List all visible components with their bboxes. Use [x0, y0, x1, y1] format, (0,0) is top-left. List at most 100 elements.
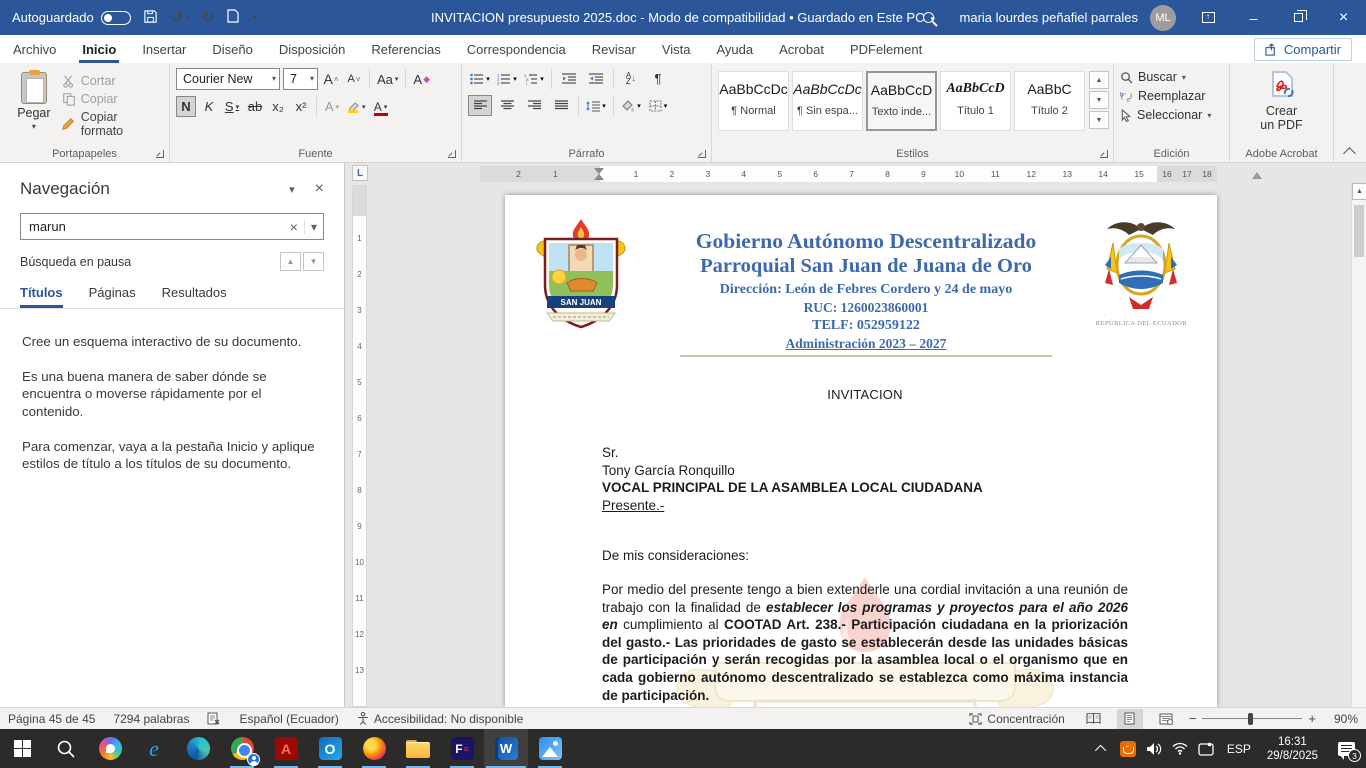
- letter-body[interactable]: 7 INVITACION Sr. Tony García Ronquillo V…: [505, 387, 1217, 707]
- shading-button[interactable]: [619, 95, 643, 116]
- decrease-indent-button[interactable]: [557, 68, 581, 89]
- styles-dialog-launcher[interactable]: [1100, 150, 1108, 158]
- search-options-icon[interactable]: ▾: [304, 220, 323, 234]
- word-count[interactable]: 7294 palabras: [113, 712, 189, 726]
- photos-button[interactable]: [528, 729, 572, 768]
- zoom-slider[interactable]: − +: [1189, 711, 1316, 726]
- scrollbar-thumb[interactable]: [1354, 205, 1364, 257]
- minimize-button[interactable]: –: [1231, 0, 1276, 35]
- align-left-button[interactable]: [468, 95, 492, 116]
- share-button[interactable]: Compartir: [1254, 38, 1352, 61]
- style-card[interactable]: AaBbCcD Texto inde...: [866, 71, 937, 131]
- vertical-scrollbar[interactable]: ▲: [1351, 183, 1366, 707]
- avatar[interactable]: ML: [1150, 5, 1176, 31]
- next-result-button[interactable]: ▼: [303, 252, 324, 271]
- shrink-font-button[interactable]: A˅: [344, 69, 364, 90]
- multilevel-list-button[interactable]: 1ai: [522, 68, 546, 89]
- document-page[interactable]: SAN JUAN: [505, 195, 1217, 707]
- edge-button[interactable]: [176, 729, 220, 768]
- sort-button[interactable]: AZ ↓: [619, 68, 643, 89]
- justify-button[interactable]: [549, 95, 573, 116]
- strikethrough-button[interactable]: ab: [245, 96, 265, 117]
- java-update-tray-icon[interactable]: [1115, 729, 1141, 768]
- style-card[interactable]: AaBbCcD Título 1: [940, 71, 1011, 131]
- ribbon-tab[interactable]: Vista: [649, 35, 704, 63]
- format-painter-button[interactable]: Copiar formato: [62, 110, 163, 138]
- meet-now-tray-icon[interactable]: [1193, 729, 1219, 768]
- highlight-color-button[interactable]: [345, 96, 368, 117]
- ribbon-tab[interactable]: PDFelement: [837, 35, 935, 63]
- italic-button[interactable]: K: [199, 96, 219, 117]
- line-spacing-button[interactable]: [584, 95, 608, 116]
- chrome-button[interactable]: [220, 729, 264, 768]
- scroll-up-icon[interactable]: ▲: [1352, 183, 1366, 200]
- increase-indent-button[interactable]: [584, 68, 608, 89]
- new-document-icon[interactable]: [227, 9, 239, 26]
- ribbon-tab[interactable]: Ayuda: [703, 35, 766, 63]
- font-dialog-launcher[interactable]: [448, 150, 456, 158]
- vertical-ruler[interactable]: 1 2 3 4 5 6 7 8 9 10 11 12 13: [352, 185, 367, 707]
- cut-button[interactable]: Cortar: [62, 74, 163, 88]
- horizontal-ruler[interactable]: 21 123456789101112131415 161718: [480, 166, 1217, 182]
- navigation-search-input[interactable]: [21, 219, 283, 234]
- account-name[interactable]: maria lourdes peñafiel parrales: [960, 10, 1138, 25]
- word-button[interactable]: W: [484, 729, 528, 768]
- create-pdf-button[interactable]: Crear un PDF: [1236, 68, 1327, 132]
- bullets-button[interactable]: [468, 68, 492, 89]
- navigation-search-box[interactable]: × ▾: [20, 213, 324, 240]
- web-layout-button[interactable]: [1153, 709, 1179, 729]
- styles-scroll-up-button[interactable]: ▲: [1089, 71, 1109, 89]
- redo-button[interactable]: ↻: [202, 10, 215, 25]
- align-center-button[interactable]: [495, 95, 519, 116]
- collapse-ribbon-button[interactable]: [1343, 147, 1356, 160]
- taskbar-search-button[interactable]: [44, 729, 88, 768]
- notification-center-button[interactable]: 3: [1326, 729, 1366, 768]
- language-indicator[interactable]: Español (Ecuador): [239, 712, 338, 726]
- paste-button[interactable]: Pegar ▾: [6, 68, 62, 144]
- clock[interactable]: 16:31 29/8/2025: [1259, 735, 1326, 763]
- select-button[interactable]: Seleccionar▾: [1120, 108, 1223, 122]
- change-case-button[interactable]: Aa: [375, 69, 400, 90]
- style-card[interactable]: AaBbCcDc ¶ Normal: [718, 71, 789, 131]
- search-icon[interactable]: [923, 12, 934, 23]
- navigation-tab[interactable]: Páginas: [89, 285, 136, 308]
- navigation-tab[interactable]: Resultados: [162, 285, 227, 308]
- navigation-options-icon[interactable]: ▾: [289, 183, 295, 196]
- bold-button[interactable]: N: [176, 96, 196, 117]
- ribbon-tab[interactable]: Referencias: [358, 35, 453, 63]
- print-layout-button[interactable]: [1117, 709, 1143, 729]
- navigation-tab[interactable]: Títulos: [20, 285, 63, 308]
- page-indicator[interactable]: Página 45 de 45: [8, 712, 95, 726]
- ribbon-tab[interactable]: Diseño: [199, 35, 265, 63]
- styles-scroll-down-button[interactable]: ▼: [1089, 91, 1109, 109]
- ribbon-tab[interactable]: Correspondencia: [454, 35, 579, 63]
- proofing-status-icon[interactable]: [207, 712, 221, 725]
- volume-tray-icon[interactable]: [1141, 729, 1167, 768]
- paste-dropdown-icon[interactable]: ▾: [32, 122, 36, 131]
- font-name-combo[interactable]: Courier New: [176, 68, 280, 90]
- clear-formatting-button[interactable]: A◆: [411, 69, 432, 90]
- paragraph-dialog-launcher[interactable]: [698, 150, 706, 158]
- superscript-button[interactable]: x²: [291, 96, 311, 117]
- ribbon-display-options-button[interactable]: [1186, 0, 1231, 35]
- subscript-button[interactable]: x₂: [268, 96, 288, 117]
- outlook-button[interactable]: O: [308, 729, 352, 768]
- clear-search-icon[interactable]: ×: [283, 219, 304, 235]
- numbering-button[interactable]: 123: [495, 68, 519, 89]
- style-card[interactable]: AaBbC Título 2: [1014, 71, 1085, 131]
- zoom-slider-thumb[interactable]: [1248, 713, 1253, 725]
- styles-more-button[interactable]: ▼: [1089, 111, 1109, 129]
- f-logo-button[interactable]: F≡: [440, 729, 484, 768]
- autosave-toggle-switch[interactable]: [101, 11, 131, 25]
- restore-button[interactable]: [1276, 0, 1321, 35]
- autosave-toggle[interactable]: Autoguardado: [12, 10, 131, 25]
- ribbon-tab[interactable]: Insertar: [129, 35, 199, 63]
- clipboard-dialog-launcher[interactable]: [156, 150, 164, 158]
- replace-button[interactable]: bc Reemplazar: [1120, 89, 1223, 103]
- grow-font-button[interactable]: A˄: [321, 69, 341, 90]
- borders-button[interactable]: [646, 95, 670, 116]
- font-size-combo[interactable]: 7: [283, 68, 318, 90]
- style-card[interactable]: AaBbCcDc ¶ Sin espa...: [792, 71, 863, 131]
- ribbon-tab[interactable]: Acrobat: [766, 35, 837, 63]
- focus-mode-button[interactable]: Concentración: [969, 712, 1064, 726]
